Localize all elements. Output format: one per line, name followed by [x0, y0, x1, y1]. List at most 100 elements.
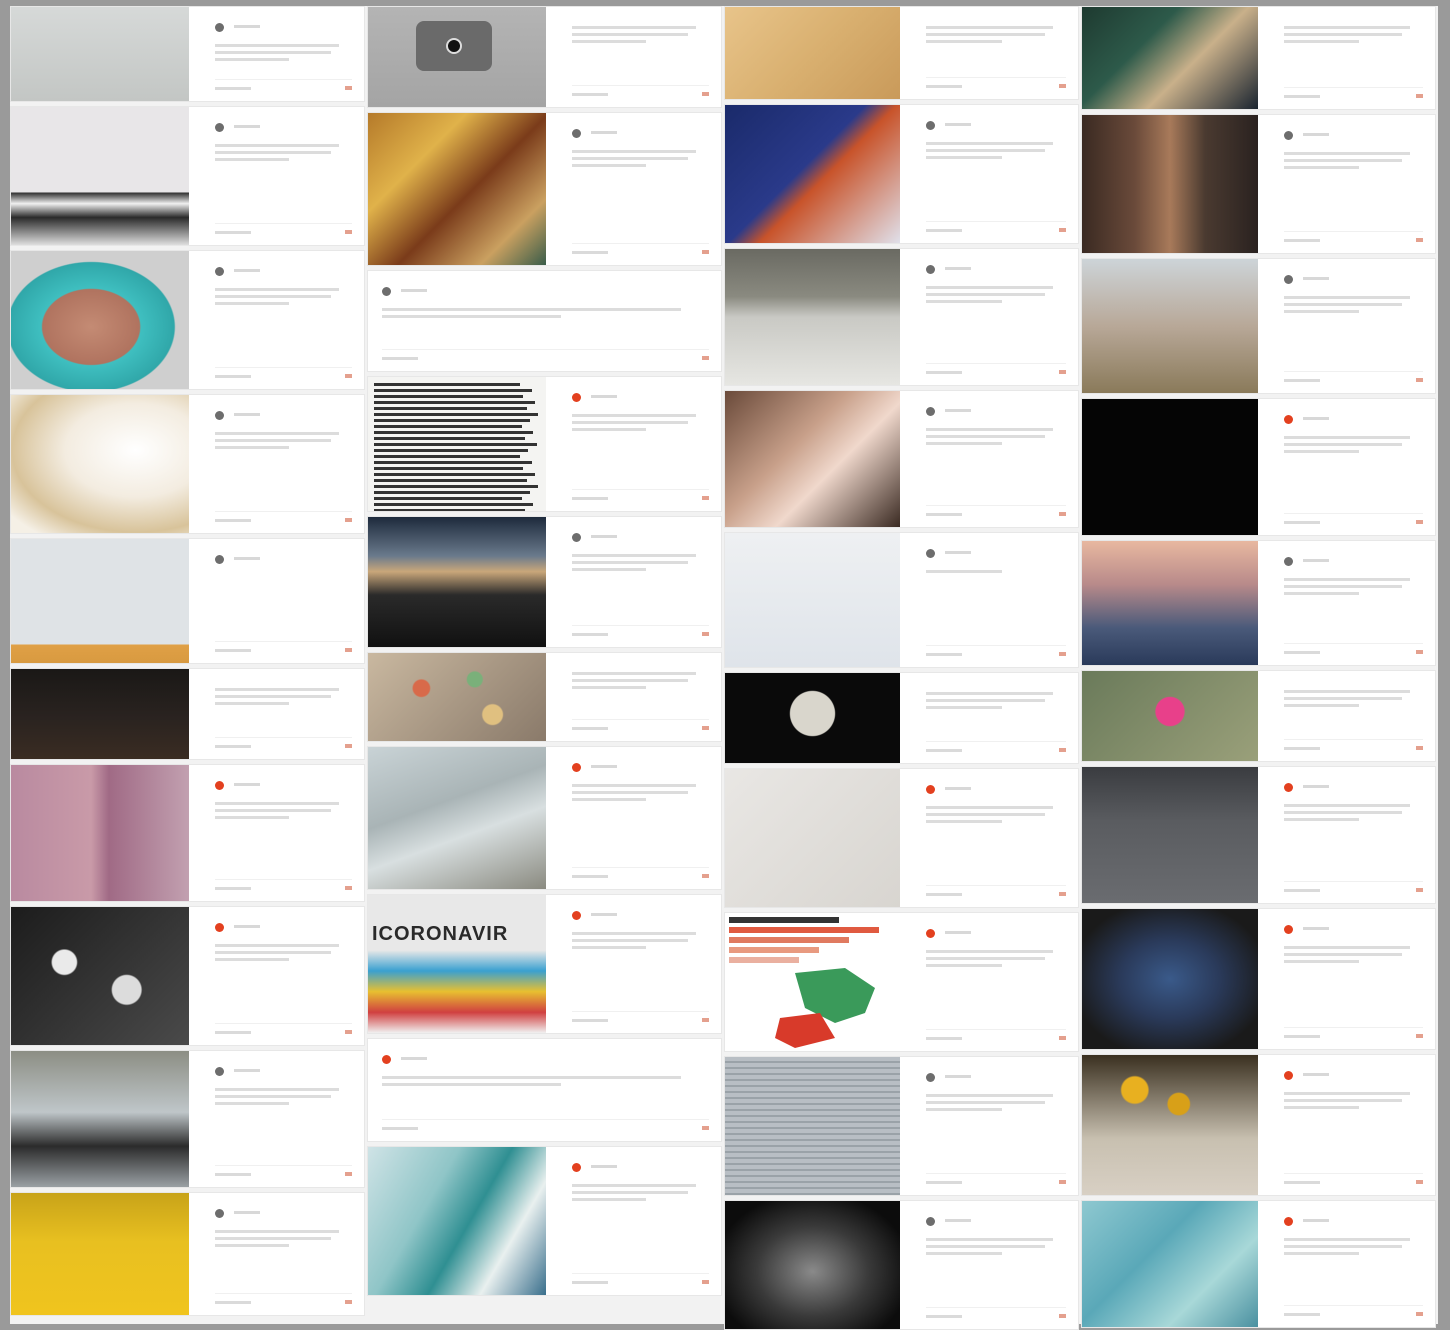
post-card[interactable] — [367, 376, 722, 512]
post-thumbnail[interactable] — [11, 1193, 189, 1315]
post-thumbnail[interactable] — [1082, 259, 1258, 393]
like-icon[interactable] — [345, 1030, 352, 1034]
post-thumbnail[interactable] — [725, 1057, 900, 1195]
author-name[interactable] — [230, 1068, 260, 1074]
author-name[interactable] — [587, 130, 617, 136]
like-icon[interactable] — [345, 1172, 352, 1176]
avatar[interactable] — [382, 1054, 391, 1064]
like-icon[interactable] — [1416, 378, 1423, 382]
post-card[interactable] — [10, 250, 365, 390]
like-icon[interactable] — [1059, 512, 1066, 516]
post-thumbnail[interactable] — [11, 251, 189, 389]
like-icon[interactable] — [1416, 888, 1423, 892]
author-name[interactable] — [587, 394, 617, 400]
author-name[interactable] — [1299, 132, 1329, 138]
author-name[interactable] — [230, 556, 260, 562]
avatar[interactable] — [215, 1066, 224, 1076]
post-thumbnail[interactable] — [1082, 909, 1258, 1049]
author-name[interactable] — [587, 764, 617, 770]
post-card[interactable] — [724, 6, 1079, 100]
author-name[interactable] — [941, 122, 971, 128]
post-author[interactable] — [382, 1053, 707, 1065]
author-name[interactable] — [1299, 1218, 1329, 1224]
post-card[interactable] — [367, 1146, 722, 1296]
post-thumbnail[interactable] — [725, 913, 900, 1051]
post-author[interactable] — [215, 409, 350, 421]
post-thumbnail[interactable] — [1082, 767, 1258, 903]
avatar[interactable] — [215, 554, 224, 564]
author-name[interactable] — [1299, 926, 1329, 932]
avatar[interactable] — [215, 122, 224, 132]
post-card[interactable] — [10, 394, 365, 534]
like-icon[interactable] — [1059, 892, 1066, 896]
avatar[interactable] — [572, 128, 581, 138]
avatar[interactable] — [926, 120, 935, 130]
post-thumbnail[interactable] — [1082, 671, 1258, 761]
avatar[interactable] — [1284, 1070, 1293, 1080]
post-author[interactable] — [572, 761, 707, 773]
like-icon[interactable] — [1416, 1312, 1423, 1316]
avatar[interactable] — [215, 410, 224, 420]
post-author[interactable] — [382, 285, 707, 297]
post-thumbnail[interactable] — [11, 539, 189, 663]
author-name[interactable] — [941, 930, 971, 936]
author-name[interactable] — [1299, 1072, 1329, 1078]
avatar[interactable] — [215, 266, 224, 276]
avatar[interactable] — [1284, 130, 1293, 140]
post-thumbnail[interactable] — [1082, 7, 1258, 109]
like-icon[interactable] — [1416, 1180, 1423, 1184]
post-card[interactable] — [724, 1056, 1079, 1196]
like-icon[interactable] — [702, 1018, 709, 1022]
post-author[interactable] — [926, 119, 1064, 131]
post-thumbnail[interactable]: ICORONAVIR — [368, 895, 546, 1033]
post-card[interactable] — [10, 538, 365, 664]
post-thumbnail[interactable] — [1082, 115, 1258, 253]
post-author[interactable] — [1284, 1069, 1421, 1081]
like-icon[interactable] — [1059, 1036, 1066, 1040]
post-thumbnail[interactable] — [368, 377, 546, 511]
avatar[interactable] — [382, 286, 391, 296]
like-icon[interactable] — [702, 92, 709, 96]
post-thumbnail[interactable] — [1082, 1201, 1258, 1327]
post-thumbnail[interactable] — [725, 105, 900, 243]
author-name[interactable] — [941, 550, 971, 556]
like-icon[interactable] — [702, 356, 709, 360]
like-icon[interactable] — [1059, 84, 1066, 88]
like-icon[interactable] — [345, 518, 352, 522]
post-thumbnail[interactable] — [1082, 1055, 1258, 1195]
post-card[interactable] — [367, 270, 722, 372]
post-card[interactable] — [724, 1200, 1079, 1330]
post-thumbnail[interactable] — [11, 669, 189, 759]
avatar[interactable] — [215, 1208, 224, 1218]
post-card[interactable] — [367, 6, 722, 108]
post-author[interactable] — [926, 1071, 1064, 1083]
post-card[interactable] — [367, 652, 722, 742]
post-author[interactable] — [572, 391, 707, 403]
post-thumbnail[interactable] — [368, 747, 546, 889]
post-author[interactable] — [572, 127, 707, 139]
author-name[interactable] — [1299, 558, 1329, 564]
post-author[interactable] — [572, 531, 707, 543]
post-card[interactable] — [724, 672, 1079, 764]
author-name[interactable] — [587, 534, 617, 540]
avatar[interactable] — [926, 928, 935, 938]
post-author[interactable] — [215, 921, 350, 933]
post-author[interactable] — [926, 263, 1064, 275]
avatar[interactable] — [1284, 414, 1293, 424]
like-icon[interactable] — [345, 886, 352, 890]
avatar[interactable] — [926, 784, 935, 794]
post-thumbnail[interactable] — [725, 533, 900, 667]
like-icon[interactable] — [345, 230, 352, 234]
post-thumbnail[interactable] — [725, 769, 900, 907]
post-thumbnail[interactable] — [11, 395, 189, 533]
post-card[interactable] — [1081, 670, 1436, 762]
post-card[interactable] — [1081, 398, 1436, 536]
post-author[interactable] — [215, 121, 350, 133]
avatar[interactable] — [926, 548, 935, 558]
post-thumbnail[interactable] — [368, 7, 546, 107]
avatar[interactable] — [215, 22, 224, 32]
post-card[interactable] — [1081, 908, 1436, 1050]
post-card[interactable] — [10, 106, 365, 246]
like-icon[interactable] — [345, 1300, 352, 1304]
post-author[interactable] — [1284, 273, 1421, 285]
